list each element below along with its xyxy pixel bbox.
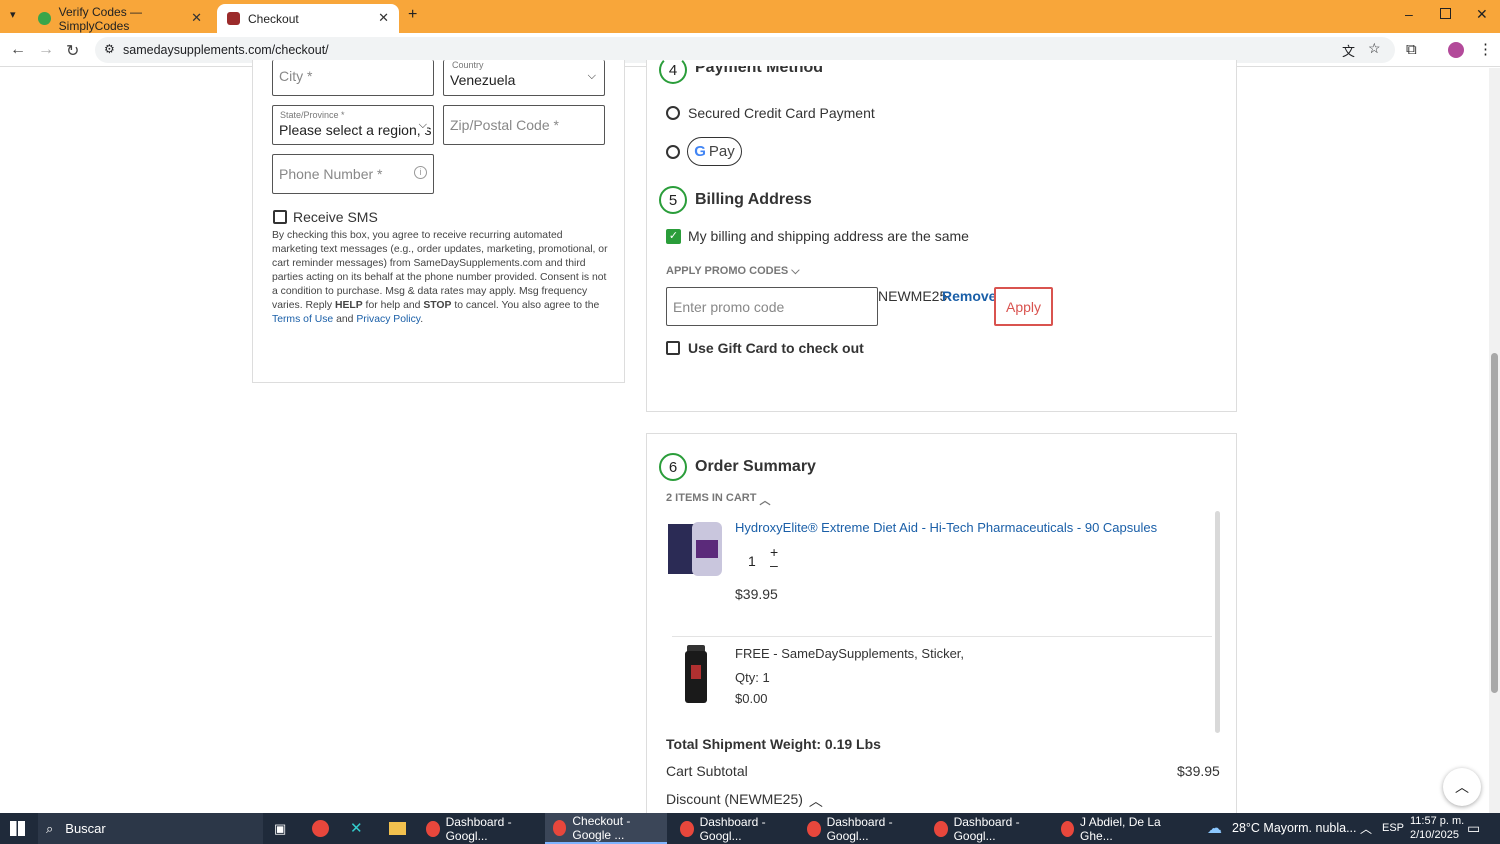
tab-checkout[interactable]: Checkout ✕ [217, 4, 399, 33]
simplycodes-favicon-icon [38, 12, 51, 25]
profile-avatar[interactable] [1448, 42, 1464, 58]
translate-icon[interactable]: 文 [1342, 41, 1355, 60]
applied-promo-code: NEWME25 [878, 288, 948, 304]
promo-codes-toggle[interactable]: APPLY PROMO CODES ⌵ [666, 265, 800, 278]
tray-chevron-icon[interactable]: ︿ [1360, 820, 1372, 837]
google-pay-button[interactable]: G Pay [687, 137, 742, 166]
quantity-stepper[interactable]: 1 + – [735, 544, 787, 577]
promo-code-input[interactable]: Enter promo code [666, 287, 878, 326]
scroll-to-top-button[interactable]: ︿ [1443, 768, 1481, 806]
chrome-taskbar-icon[interactable] [312, 820, 329, 837]
taskbar-search[interactable]: ⌕ Buscar [38, 813, 263, 844]
product-image [668, 522, 724, 578]
city-input[interactable]: City * [272, 60, 434, 96]
taskbar-app-5[interactable]: Dashboard - Googl... [926, 813, 1048, 844]
tab-list-chevron-icon[interactable]: ▾ [10, 8, 16, 21]
receive-sms-checkbox[interactable] [273, 210, 287, 224]
notifications-icon[interactable]: ▭ [1467, 820, 1480, 837]
page-scrollbar[interactable] [1489, 68, 1500, 813]
country-select[interactable]: Country Venezuela ⌵ [443, 60, 605, 96]
close-tab-icon[interactable]: ✕ [378, 10, 389, 26]
state-select[interactable]: State/Province * Please select a region,… [272, 105, 434, 145]
taskbar: ⌕ Buscar ▣ ✕ Dashboard - Googl... Checko… [0, 813, 1500, 844]
chevron-up-icon: ︿ [808, 793, 823, 809]
file-explorer-icon[interactable] [389, 822, 406, 835]
chevron-down-icon: ⌵ [791, 265, 800, 277]
apply-promo-button[interactable]: Apply [994, 287, 1053, 326]
chevron-up-icon: ︿ [759, 495, 771, 507]
summary-scrollbar[interactable] [1215, 511, 1220, 733]
close-tab-icon[interactable]: ✕ [191, 10, 202, 26]
store-favicon-icon [227, 12, 240, 25]
product-image [683, 645, 709, 705]
menu-icon[interactable]: ⋮ [1478, 40, 1493, 58]
app-taskbar-icon[interactable]: ✕ [350, 819, 363, 837]
taskbar-app-1[interactable]: Dashboard - Googl... [418, 813, 540, 844]
new-tab-icon[interactable]: + [408, 6, 417, 24]
tab-verify-codes[interactable]: Verify Codes — SimplyCodes ✕ [30, 4, 212, 33]
chevron-up-icon: ︿ [1455, 779, 1469, 795]
info-icon[interactable]: i [414, 166, 427, 179]
order-summary-title: Order Summary [695, 458, 816, 475]
same-address-checkbox[interactable]: ✓ [666, 229, 681, 244]
close-window-icon[interactable]: ✕ [1476, 6, 1488, 23]
taskbar-app-2[interactable]: Checkout - Google ... [545, 813, 667, 844]
items-in-cart-toggle[interactable]: 2 ITEMS IN CART ︿ [666, 492, 770, 508]
step-5-badge: 5 [659, 186, 687, 214]
billing-address-title: Billing Address [695, 191, 812, 208]
extensions-icon[interactable]: ⧉ [1406, 41, 1417, 58]
forward-icon[interactable]: → [38, 41, 54, 59]
phone-input[interactable]: Phone Number * i [272, 154, 434, 194]
minimize-icon[interactable]: – [1405, 6, 1413, 22]
step-4-badge: 4 [659, 56, 687, 84]
site-info-icon[interactable]: ⚙ [104, 42, 115, 56]
discount-toggle[interactable]: Discount (NEWME25) ︿ [666, 791, 823, 811]
chevron-down-icon: ⌵ [587, 70, 596, 82]
search-icon: ⌕ [46, 820, 54, 836]
back-icon[interactable]: ← [10, 41, 26, 59]
bookmark-star-icon[interactable]: ☆ [1368, 40, 1381, 57]
step-6-badge: 6 [659, 453, 687, 481]
browser-tab-bar: ▾ Verify Codes — SimplyCodes ✕ Checkout … [0, 0, 1500, 33]
zip-input[interactable]: Zip/Postal Code * [443, 105, 605, 145]
product-name-link[interactable]: HydroxyElite® Extreme Diet Aid - Hi-Tech… [735, 520, 1157, 535]
privacy-policy-link[interactable]: Privacy Policy [356, 314, 420, 325]
taskbar-app-3[interactable]: Dashboard - Googl... [672, 813, 794, 844]
remove-promo-link[interactable]: Remove [942, 288, 996, 304]
chevron-down-icon: ⌵ [418, 119, 427, 132]
taskbar-app-4[interactable]: Dashboard - Googl... [799, 813, 921, 844]
gift-card-checkbox[interactable] [666, 341, 680, 355]
reload-icon[interactable]: ↻ [66, 41, 79, 61]
weather-icon[interactable]: ☁ [1207, 819, 1222, 837]
windows-start-icon[interactable] [10, 821, 25, 836]
decrement-icon[interactable]: – [770, 557, 778, 573]
credit-card-radio[interactable] [666, 106, 680, 120]
restore-icon[interactable] [1440, 8, 1451, 19]
terms-of-use-link[interactable]: Terms of Use [272, 314, 333, 325]
google-pay-radio[interactable] [666, 145, 680, 159]
sms-disclaimer: By checking this box, you agree to recei… [272, 230, 608, 325]
taskbar-app-6[interactable]: J Abdiel, De La Ghe... [1053, 813, 1175, 844]
item-divider [672, 636, 1212, 637]
task-view-icon[interactable]: ▣ [274, 821, 286, 837]
google-g-icon: G [694, 143, 706, 160]
